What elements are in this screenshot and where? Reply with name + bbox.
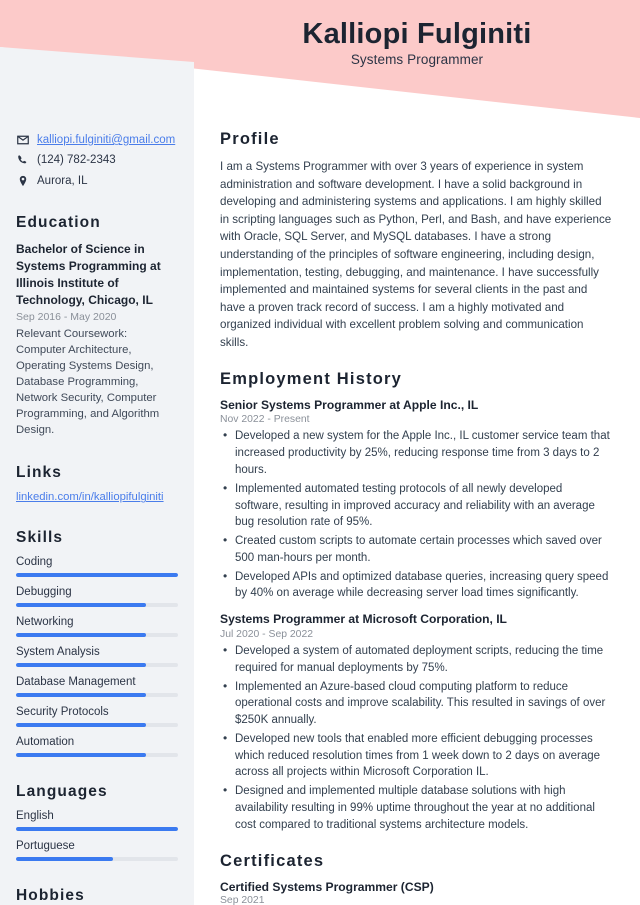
skill-label: Coding bbox=[16, 556, 53, 569]
skill-label: System Analysis bbox=[16, 646, 100, 659]
employment-date: Jul 2020 - Sep 2022 bbox=[220, 628, 314, 640]
skill-bar-fill bbox=[16, 723, 146, 728]
profile-section: Profile I am a Systems Programmer with o… bbox=[220, 130, 612, 352]
skill-label: Security Protocols bbox=[16, 706, 109, 719]
contact-phone-row: (124) 782-2343 bbox=[16, 153, 178, 167]
employment-title: Senior Systems Programmer at Apple Inc.,… bbox=[220, 397, 479, 412]
skill-item: Database Management bbox=[16, 676, 178, 698]
skill-bar bbox=[16, 603, 178, 608]
skill-bar bbox=[16, 753, 178, 758]
skill-bar-fill bbox=[16, 693, 146, 698]
skill-bar-fill bbox=[16, 573, 178, 578]
header-text-block: Kalliopi Fulginiti Systems Programmer bbox=[194, 0, 640, 110]
skill-bar bbox=[16, 633, 178, 638]
employment-bullet-list: Developed a new system for the Apple Inc… bbox=[220, 427, 612, 603]
location-value: Aurora, IL bbox=[37, 174, 88, 187]
job-title-subtitle: Systems Programmer bbox=[350, 52, 484, 68]
link-item[interactable]: linkedin.com/in/kalliopifulginiti bbox=[16, 491, 178, 503]
sidebar: kalliopi.fulginiti@gmail.com (124) 782-2… bbox=[0, 47, 194, 905]
skill-bar-fill bbox=[16, 663, 146, 668]
skill-label: Database Management bbox=[16, 676, 136, 689]
education-date: Sep 2016 - May 2020 bbox=[16, 311, 117, 324]
employment-date: Nov 2022 - Present bbox=[220, 414, 310, 426]
language-bar-fill bbox=[16, 827, 178, 832]
language-bar-fill bbox=[16, 857, 114, 862]
language-item: Portuguese bbox=[16, 840, 178, 862]
profile-text: I am a Systems Programmer with over 3 ye… bbox=[220, 160, 612, 350]
employment-bullet-list: Developed a system of automated deployme… bbox=[220, 642, 612, 834]
skill-item: Coding bbox=[16, 556, 178, 578]
resume-page: Kalliopi Fulginiti Systems Programmer ka… bbox=[0, 0, 640, 905]
education-heading: Education bbox=[16, 214, 101, 232]
links-section: Links linkedin.com/in/kalliopifulginiti bbox=[16, 464, 178, 503]
email-value[interactable]: kalliopi.fulginiti@gmail.com bbox=[37, 133, 175, 147]
skill-bar bbox=[16, 693, 178, 698]
languages-heading: Languages bbox=[16, 783, 108, 801]
education-section: Education Bachelor of Science in Systems… bbox=[16, 214, 178, 438]
phone-value: (124) 782-2343 bbox=[37, 154, 116, 167]
hobbies-heading: Hobbies bbox=[16, 887, 85, 905]
employment-entry: Systems Programmer at Microsoft Corporat… bbox=[220, 612, 612, 833]
certificates-section: Certificates Certified Systems Programme… bbox=[220, 852, 612, 905]
phone-icon bbox=[16, 153, 29, 166]
skill-item: System Analysis bbox=[16, 646, 178, 668]
skills-heading: Skills bbox=[16, 529, 64, 547]
contact-location-row: Aurora, IL bbox=[16, 174, 178, 188]
skill-bar bbox=[16, 723, 178, 728]
skill-item: Security Protocols bbox=[16, 706, 178, 728]
employment-heading: Employment History bbox=[220, 369, 403, 388]
contact-email-row[interactable]: kalliopi.fulginiti@gmail.com bbox=[16, 133, 178, 147]
language-bar bbox=[16, 857, 178, 862]
certificates-heading: Certificates bbox=[220, 851, 325, 870]
employment-bullet: Developed APIs and optimized database qu… bbox=[220, 568, 612, 603]
links-heading: Links bbox=[16, 464, 62, 482]
employment-section: Employment History Senior Systems Progra… bbox=[220, 370, 612, 834]
employment-bullet: Developed new tools that enabled more ef… bbox=[220, 730, 612, 781]
employment-title: Systems Programmer at Microsoft Corporat… bbox=[220, 612, 507, 627]
language-label: English bbox=[16, 810, 54, 823]
education-degree: Bachelor of Science in Systems Programmi… bbox=[16, 242, 161, 308]
skill-bar bbox=[16, 573, 178, 578]
certificate-name: Certified Systems Programmer (CSP) bbox=[220, 879, 434, 894]
skill-label: Debugging bbox=[16, 586, 72, 599]
language-label: Portuguese bbox=[16, 840, 75, 853]
skill-bar bbox=[16, 663, 178, 668]
skills-section: Skills Coding Debugging Networking System A… bbox=[16, 529, 178, 758]
skill-bar-fill bbox=[16, 633, 146, 638]
profile-heading: Profile bbox=[220, 130, 280, 148]
envelope-icon bbox=[16, 133, 29, 146]
certificate-entry: Certified Systems Programmer (CSP) Sep 20… bbox=[220, 880, 612, 905]
map-pin-icon bbox=[16, 174, 29, 187]
skill-label: Automation bbox=[16, 736, 75, 749]
skill-bar-fill bbox=[16, 753, 146, 758]
skill-item: Debugging bbox=[16, 586, 178, 608]
language-item: English bbox=[16, 810, 178, 832]
employment-bullet: Implemented automated testing protocols … bbox=[220, 480, 612, 531]
skill-label: Networking bbox=[16, 616, 74, 629]
languages-section: Languages English Portuguese bbox=[16, 783, 178, 862]
employment-bullet: Created custom scripts to automate certa… bbox=[220, 532, 612, 567]
main-content: Profile I am a Systems Programmer with o… bbox=[194, 0, 640, 905]
employment-entry: Senior Systems Programmer at Apple Inc.,… bbox=[220, 398, 612, 603]
employment-bullet: Developed a system of automated deployme… bbox=[220, 642, 612, 677]
hobbies-section: Hobbies Video Gaming bbox=[16, 887, 178, 905]
employment-bullet: Implemented an Azure-based cloud computi… bbox=[220, 678, 612, 729]
employment-bullet: Developed a new system for the Apple Inc… bbox=[220, 427, 612, 478]
skill-bar-fill bbox=[16, 603, 146, 608]
certificate-date: Sep 2021 bbox=[220, 894, 265, 905]
employment-bullet: Designed and implemented multiple databa… bbox=[220, 782, 612, 833]
skill-item: Automation bbox=[16, 736, 178, 758]
skill-item: Networking bbox=[16, 616, 178, 638]
education-description: Relevant Coursework: Computer Architectu… bbox=[16, 328, 160, 437]
language-bar bbox=[16, 827, 178, 832]
page-title: Kalliopi Fulginiti bbox=[302, 18, 532, 50]
